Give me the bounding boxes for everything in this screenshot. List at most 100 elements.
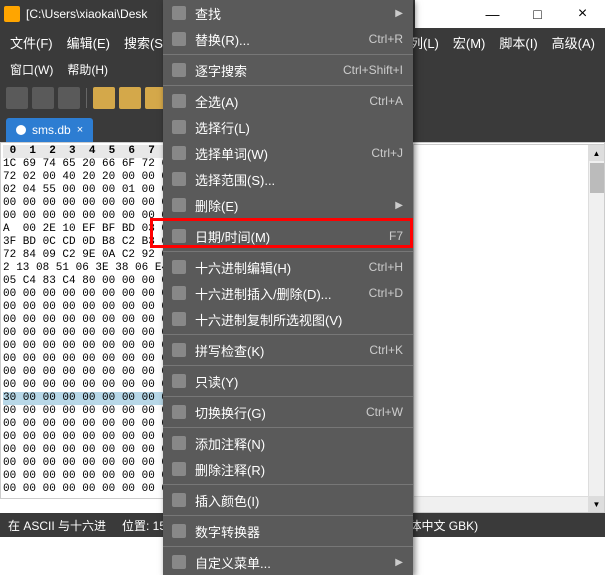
- right-pane: ▲ ▼: [413, 144, 605, 513]
- toolbar-button[interactable]: [93, 87, 115, 109]
- horizontal-scrollbar[interactable]: [414, 496, 588, 512]
- app-icon: [4, 6, 20, 22]
- menu-item-icon: [169, 283, 189, 303]
- tab-smsdb[interactable]: sms.db ×: [6, 118, 93, 142]
- menu-item-label: 自定义菜单...: [195, 553, 395, 572]
- context-menu: 查找▶替换(R)...Ctrl+R逐字搜索Ctrl+Shift+I全选(A)Ct…: [163, 0, 413, 575]
- menu-item-label: 插入颜色(I): [195, 491, 403, 510]
- menu-item[interactable]: 全选(A)Ctrl+A: [163, 88, 413, 114]
- menu-separator: [163, 334, 413, 335]
- menu-item-shortcut: Ctrl+D: [369, 286, 403, 300]
- menu-item-icon: [169, 257, 189, 277]
- close-button[interactable]: ×: [560, 0, 605, 28]
- menu-item[interactable]: 十六进制复制所选视图(V): [163, 306, 413, 332]
- menu-item[interactable]: 添加注释(N): [163, 430, 413, 456]
- menu-item-label: 十六进制复制所选视图(V): [195, 310, 403, 329]
- menu-advanced[interactable]: 高级(A): [552, 33, 595, 52]
- menu-item-label: 选择单词(W): [195, 144, 371, 163]
- menu-item[interactable]: 只读(Y): [163, 368, 413, 394]
- menu-separator: [163, 427, 413, 428]
- menu-item[interactable]: 自定义菜单...▶: [163, 549, 413, 575]
- menu-window[interactable]: 窗口(W): [10, 61, 53, 78]
- menu-item-label: 逐字搜索: [195, 61, 343, 80]
- menu-item[interactable]: 查找▶: [163, 0, 413, 26]
- menu-separator: [163, 365, 413, 366]
- menu-item-label: 替换(R)...: [195, 30, 369, 49]
- menu-item[interactable]: 选择行(L): [163, 114, 413, 140]
- menu-col[interactable]: 列(L): [410, 33, 439, 52]
- menu-item-icon: [169, 226, 189, 246]
- toolbar-button[interactable]: [58, 87, 80, 109]
- menu-item-label: 全选(A): [195, 92, 369, 111]
- menu-file[interactable]: 文件(F): [10, 33, 53, 52]
- menu-item[interactable]: 数字转换器: [163, 518, 413, 544]
- chevron-right-icon: ▶: [395, 8, 403, 19]
- menu-item-label: 数字转换器: [195, 522, 403, 541]
- menu-item-label: 删除注释(R): [195, 460, 403, 479]
- scroll-up-icon[interactable]: ▲: [589, 145, 604, 161]
- menu-item[interactable]: 删除注释(R): [163, 456, 413, 482]
- menu-item-icon: [169, 371, 189, 391]
- menu-item-label: 日期/时间(M): [195, 227, 389, 246]
- maximize-button[interactable]: □: [515, 0, 560, 28]
- menu-item-icon: [169, 309, 189, 329]
- menu-item-label: 选择行(L): [195, 118, 403, 137]
- menu-item-shortcut: Ctrl+Shift+I: [343, 63, 403, 77]
- toolbar-button[interactable]: [32, 87, 54, 109]
- menu-item-shortcut: Ctrl+R: [369, 32, 403, 46]
- menu-item[interactable]: 逐字搜索Ctrl+Shift+I: [163, 57, 413, 83]
- menu-item-icon: [169, 490, 189, 510]
- menu-item-shortcut: Ctrl+H: [369, 260, 403, 274]
- menu-item-icon: [169, 143, 189, 163]
- menu-item-icon: [169, 402, 189, 422]
- menu-item-icon: [169, 521, 189, 541]
- scroll-thumb[interactable]: [590, 163, 604, 193]
- menu-item[interactable]: 十六进制编辑(H)Ctrl+H: [163, 254, 413, 280]
- menu-item-label: 切换换行(G): [195, 403, 366, 422]
- menu-item[interactable]: 日期/时间(M)F7: [163, 223, 413, 249]
- vertical-scrollbar[interactable]: ▲ ▼: [588, 145, 604, 512]
- menu-separator: [163, 251, 413, 252]
- menu-help[interactable]: 帮助(H): [67, 61, 108, 78]
- menu-separator: [163, 220, 413, 221]
- menu-macro[interactable]: 宏(M): [453, 33, 486, 52]
- menu-script[interactable]: 脚本(I): [499, 33, 537, 52]
- menu-edit[interactable]: 编辑(E): [67, 33, 110, 52]
- menu-item[interactable]: 选择单词(W)Ctrl+J: [163, 140, 413, 166]
- chevron-right-icon: ▶: [395, 200, 403, 211]
- toolbar-separator: [86, 88, 87, 108]
- menu-separator: [163, 515, 413, 516]
- menu-separator: [163, 54, 413, 55]
- menu-item-label: 添加注释(N): [195, 434, 403, 453]
- menu-item-icon: [169, 195, 189, 215]
- menu-item-icon: [169, 433, 189, 453]
- menu-item-icon: [169, 29, 189, 49]
- menu-item-icon: [169, 552, 189, 572]
- menu-item-label: 十六进制编辑(H): [195, 258, 369, 277]
- menu-item-icon: [169, 60, 189, 80]
- menu-item-label: 选择范围(S)...: [195, 170, 403, 189]
- menu-separator: [163, 546, 413, 547]
- menu-item-label: 拼写检查(K): [195, 341, 369, 360]
- menu-item[interactable]: 切换换行(G)Ctrl+W: [163, 399, 413, 425]
- menu-search[interactable]: 搜索(S): [124, 33, 167, 52]
- tab-label: sms.db: [32, 123, 71, 137]
- tab-close-icon[interactable]: ×: [77, 124, 83, 136]
- menu-item[interactable]: 插入颜色(I): [163, 487, 413, 513]
- menu-item[interactable]: 选择范围(S)...: [163, 166, 413, 192]
- menu-separator: [163, 85, 413, 86]
- toolbar-button[interactable]: [119, 87, 141, 109]
- menu-item[interactable]: 替换(R)...Ctrl+R: [163, 26, 413, 52]
- menu-item[interactable]: 十六进制插入/删除(D)...Ctrl+D: [163, 280, 413, 306]
- status-mode: 在 ASCII 与十六进: [8, 517, 106, 534]
- menu-item[interactable]: 拼写检查(K)Ctrl+K: [163, 337, 413, 363]
- scroll-down-icon[interactable]: ▼: [589, 496, 604, 512]
- toolbar-button[interactable]: [6, 87, 28, 109]
- menu-item-icon: [169, 169, 189, 189]
- menu-item-shortcut: Ctrl+A: [369, 94, 403, 108]
- menu-item[interactable]: 删除(E)▶: [163, 192, 413, 218]
- menu-item-icon: [169, 340, 189, 360]
- tab-dot-icon: [16, 125, 26, 135]
- minimize-button[interactable]: —: [470, 0, 515, 28]
- menu-item-icon: [169, 459, 189, 479]
